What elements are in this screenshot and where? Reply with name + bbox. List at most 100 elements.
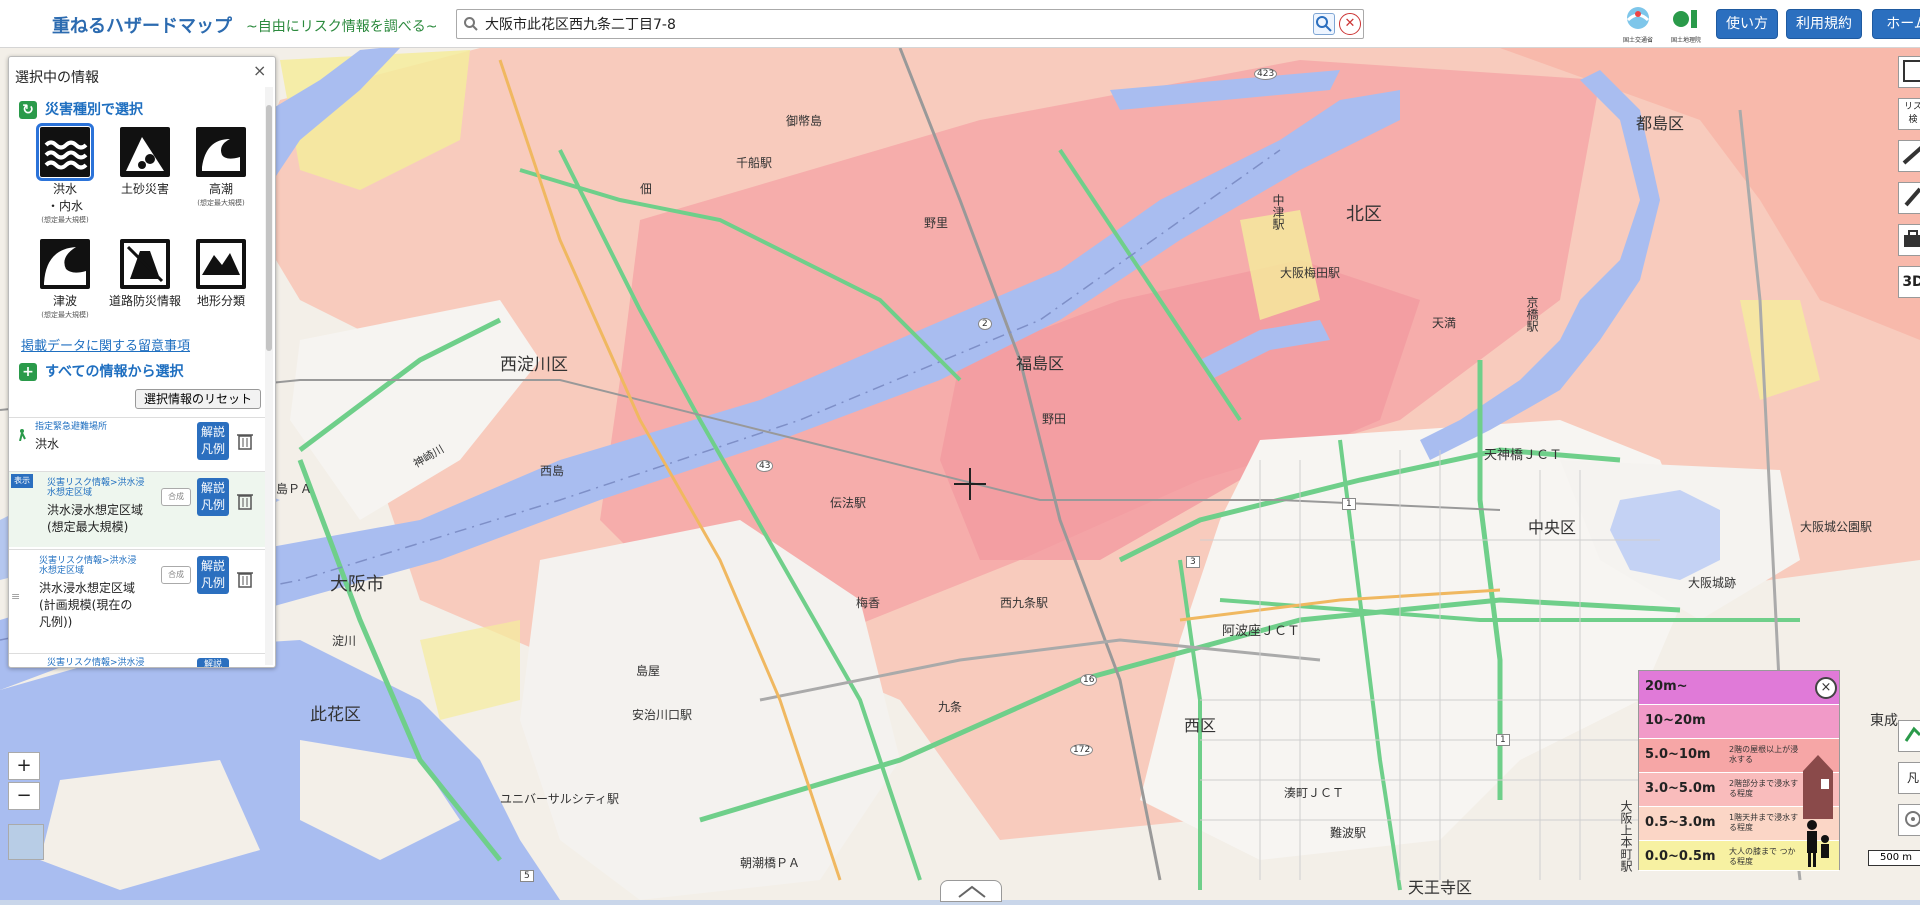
map-label: 天満 <box>1432 316 1457 330</box>
flood-icon <box>36 123 94 181</box>
layer-item[interactable]: 指定緊急避難場所 洪水 解説 凡例 <box>9 417 267 463</box>
map-label: 中津駅 <box>1271 194 1285 230</box>
chevron-up-icon <box>958 885 986 898</box>
map-type-button[interactable] <box>1898 720 1920 752</box>
layers-icon <box>1903 60 1920 82</box>
disaster-type-section-header[interactable]: ↻ 災害種別で選択 <box>19 99 143 119</box>
zoom-in-button[interactable]: + <box>8 752 40 780</box>
map-label: 西区 <box>1184 716 1217 735</box>
legend-row: 10~20m <box>1639 705 1839 739</box>
route-shield: 423 <box>1254 68 1278 80</box>
risk-search-button[interactable]: リス 検 <box>1898 98 1920 130</box>
map-label: 天王寺区 <box>1408 878 1473 897</box>
person-icon <box>1807 820 1829 867</box>
scale-bar: 500 m <box>1868 850 1920 866</box>
map-label: 東成 <box>1870 713 1898 729</box>
layer-item[interactable]: ≡ 災害リスク情報>洪水浸 水想定区域 洪水浸水想定区域 (計画規模(現在の 凡… <box>9 549 267 649</box>
map-label: 西淀川区 <box>500 355 568 375</box>
gsi-logo[interactable]: 国土地理院 <box>1668 4 1704 44</box>
layer-category: 災害リスク情報>洪水浸 水想定区域 <box>47 478 145 498</box>
map-label: 朝潮橋ＰＡ <box>740 856 801 870</box>
map-label: 福島区 <box>1016 354 1065 373</box>
map-label: 京橋駅 <box>1525 296 1539 332</box>
drag-handle-icon[interactable]: ≡ <box>11 590 20 603</box>
evacuation-person-icon <box>17 426 27 442</box>
terms-button[interactable]: 利用規約 <box>1786 9 1862 39</box>
pencil-icon <box>1904 187 1920 207</box>
route-shield: 1 <box>1496 734 1510 746</box>
how-to-use-button[interactable]: 使い方 <box>1716 9 1778 39</box>
search-box: ✕ <box>456 9 1364 39</box>
display-badge: 表示 <box>11 474 33 488</box>
trash-icon[interactable] <box>237 492 253 510</box>
basemap-switch-button[interactable] <box>8 824 44 860</box>
hazard-landslide[interactable]: 土砂災害 <box>107 127 183 198</box>
home-button[interactable]: ホーム <box>1872 9 1920 39</box>
clear-search-button[interactable]: ✕ <box>1339 13 1361 35</box>
map-label: 西九条駅 <box>1000 596 1049 610</box>
panel-close-button[interactable]: × <box>253 61 266 80</box>
explanation-legend-button[interactable]: 解説 凡例 <box>197 478 229 516</box>
explanation-legend-button[interactable]: 解説 凡例 <box>197 422 229 460</box>
briefcase-icon <box>1904 230 1920 247</box>
legend-toggle-button[interactable]: 凡 <box>1898 762 1920 794</box>
hazard-tsunami[interactable]: 津波 (想定最大規模) <box>27 239 103 320</box>
route-shield: 5 <box>520 870 534 882</box>
search-button[interactable] <box>1313 13 1335 35</box>
composite-button[interactable]: 合成 <box>161 566 191 584</box>
layer-item[interactable]: 災害リスク情報>洪水浸 解説 <box>9 653 267 668</box>
header: 重ねるハザードマップ ~自由にリスク情報を調べる~ ✕ 国土交通省 国土地理院 … <box>0 0 1920 48</box>
search-input[interactable] <box>483 13 1303 35</box>
landform-icon <box>196 239 246 289</box>
layer-name: 洪水 <box>35 437 60 451</box>
panel-title: 選択中の情報 <box>15 70 99 86</box>
layer-name: 洪水浸水想定区域 (計画規模(現在の 凡例)) <box>39 581 136 629</box>
measure-button[interactable] <box>1898 140 1920 172</box>
route-shield: 3 <box>1186 556 1200 568</box>
trash-icon[interactable] <box>237 432 253 450</box>
layer-item[interactable]: 表示 災害リスク情報>洪水浸 水想定区域 洪水浸水想定区域 (想定最大規模) 合… <box>9 471 267 547</box>
explanation-legend-button[interactable]: 解説 <box>197 658 229 667</box>
route-shield: 172 <box>1070 744 1094 756</box>
app-subtitle: ~自由にリスク情報を調べる~ <box>246 19 438 35</box>
legend-close-button[interactable]: × <box>1815 677 1837 699</box>
tools-button[interactable] <box>1898 224 1920 256</box>
draw-button[interactable] <box>1898 182 1920 214</box>
house-icon <box>1803 755 1833 819</box>
composite-button[interactable]: 合成 <box>161 488 191 506</box>
panel-scrollbar[interactable] <box>265 87 273 665</box>
hazard-flood[interactable]: 洪水 ・内水 (想定最大規模) <box>27 123 103 225</box>
layer-category: 災害リスク情報>洪水浸 <box>47 658 145 668</box>
bottom-panel-toggle-button[interactable] <box>940 880 1002 902</box>
map-label: 島屋 <box>636 664 661 678</box>
magnifier-icon <box>1316 16 1332 32</box>
scrollbar-thumb[interactable] <box>266 105 272 351</box>
hazard-storm-surge[interactable]: 高潮 (想定最大規模) <box>183 127 259 208</box>
right-tool-button[interactable] <box>1898 56 1920 88</box>
app-title[interactable]: 重ねるハザードマップ <box>52 12 232 38</box>
layer-name: 洪水浸水想定区域 (想定最大規模) <box>47 503 144 534</box>
explanation-legend-button[interactable]: 解説 凡例 <box>197 556 229 594</box>
map-label: 佃 <box>640 182 653 196</box>
zoom-out-button[interactable]: − <box>8 782 40 810</box>
map-label: 此花区 <box>310 705 361 725</box>
map-label: 天神橋ＪＣＴ <box>1484 448 1563 463</box>
map-label: 中央区 <box>1528 518 1577 537</box>
search-icon <box>464 17 478 31</box>
hazard-road-info[interactable]: 道路防災情報 <box>107 239 183 310</box>
route-shield: 1 <box>1342 498 1356 510</box>
3d-view-button[interactable]: 3D <box>1898 266 1920 298</box>
location-button[interactable] <box>1898 804 1920 836</box>
mlit-logo[interactable]: 国土交通省 <box>1620 4 1656 44</box>
hazard-landform[interactable]: 地形分類 <box>183 239 259 310</box>
map-label: 大阪城跡 <box>1688 576 1737 590</box>
trash-icon[interactable] <box>237 570 253 588</box>
map-label: 淀川 <box>332 634 357 648</box>
layer-category: 指定緊急避難場所 <box>35 422 108 432</box>
legend-row: 20m~ <box>1639 671 1839 705</box>
all-info-section-header[interactable]: + すべての情報から選択 <box>19 361 183 381</box>
map-label: 大阪上本町駅 <box>1619 800 1633 872</box>
map-label: 九条 <box>938 700 963 714</box>
reset-selection-button[interactable]: 選択情報のリセット <box>135 389 261 409</box>
data-notice-link[interactable]: 掲載データに関する留意事項 <box>21 335 190 354</box>
